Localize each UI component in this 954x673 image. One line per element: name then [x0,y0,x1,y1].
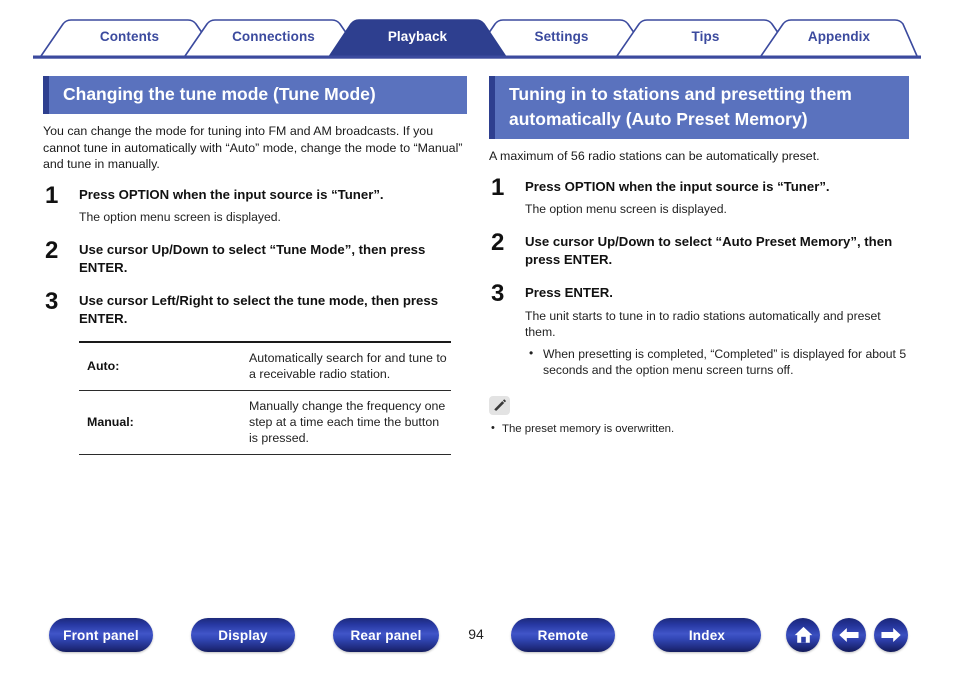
step-item: 2 Use cursor Up/Down to select “Auto Pre… [489,229,909,268]
step-item: 3 Use cursor Left/Right to select the tu… [43,288,467,327]
step-title: Use cursor Left/Right to select the tune… [79,293,439,326]
tab-appendix[interactable]: Appendix [761,18,917,56]
note-list: The preset memory is overwritten. [489,421,909,437]
table-row: Manual: Manually change the frequency on… [79,391,451,455]
pencil-icon-glyph [494,398,506,411]
table-cell-value: Automatically search for and tune to a r… [249,351,447,381]
step-number: 1 [491,173,505,201]
step-number: 3 [491,280,505,307]
home-icon[interactable] [786,618,820,652]
right-section-heading: Tuning in to stations and presetting the… [489,76,909,139]
step-title: Use cursor Up/Down to select “Tune Mode”… [79,242,426,275]
step-number: 1 [45,181,59,209]
step-item: 1 Press OPTION when the input source is … [489,174,909,218]
index-button[interactable]: Index [653,618,761,652]
table-cell-value: Manually change the frequency one step a… [249,399,446,445]
left-steps: 1 Press OPTION when the input source is … [43,182,467,328]
step-title: Press ENTER. [525,285,613,300]
step-title: Press OPTION when the input source is “T… [79,186,384,202]
arrow-right-icon-glyph [881,628,901,642]
display-button[interactable]: Display [191,618,295,652]
step-item: 1 Press OPTION when the input source is … [43,182,467,226]
left-intro-text: You can change the mode for tuning into … [43,124,463,171]
tab-bar: Contents Connections Playback Settings T… [33,18,921,60]
step-item: 2 Use cursor Up/Down to select “Tune Mod… [43,237,467,276]
left-section-heading: Changing the tune mode (Tune Mode) [43,76,467,114]
note-block: The preset memory is overwritten. [489,395,909,437]
list-item: When presetting is completed, “Completed… [525,345,909,378]
footer-bar: Front panel Display Rear panel 94 Remote… [0,618,954,658]
arrow-right-icon[interactable] [874,618,908,652]
list-item: The preset memory is overwritten. [489,421,909,437]
step-description: The unit starts to tune in to radio stat… [525,308,881,339]
step-number: 2 [45,237,59,264]
step-number: 2 [491,229,505,256]
table-row: Auto: Automatically search for and tune … [79,342,451,391]
table-cell-key: Manual: [87,415,134,429]
tune-mode-table: Auto: Automatically search for and tune … [79,341,451,455]
home-icon-glyph [794,626,812,643]
right-column: Tuning in to stations and presetting the… [489,76,909,437]
rear-panel-button[interactable]: Rear panel [333,618,439,652]
right-steps: 1 Press OPTION when the input source is … [489,174,909,378]
arrow-left-icon-glyph [839,628,859,642]
page-number: 94 [468,626,484,642]
arrow-left-icon[interactable] [832,618,866,652]
right-intro-text: A maximum of 56 radio stations can be au… [489,149,820,163]
remote-button[interactable]: Remote [511,618,615,652]
pencil-icon [489,395,510,415]
step-title: Use cursor Up/Down to select “Auto Prese… [525,234,893,267]
step-description: The option menu screen is displayed. [79,210,281,224]
step-bullet-list: When presetting is completed, “Completed… [525,345,909,378]
step-number: 3 [45,288,59,315]
front-panel-button[interactable]: Front panel [49,618,153,652]
table-cell-key: Auto: [87,359,120,373]
step-description: The option menu screen is displayed. [525,202,727,216]
left-column: Changing the tune mode (Tune Mode) You c… [43,76,467,455]
step-title: Press OPTION when the input source is “T… [525,178,830,194]
step-item: 3 Press ENTER. The unit starts to tune i… [489,280,909,378]
